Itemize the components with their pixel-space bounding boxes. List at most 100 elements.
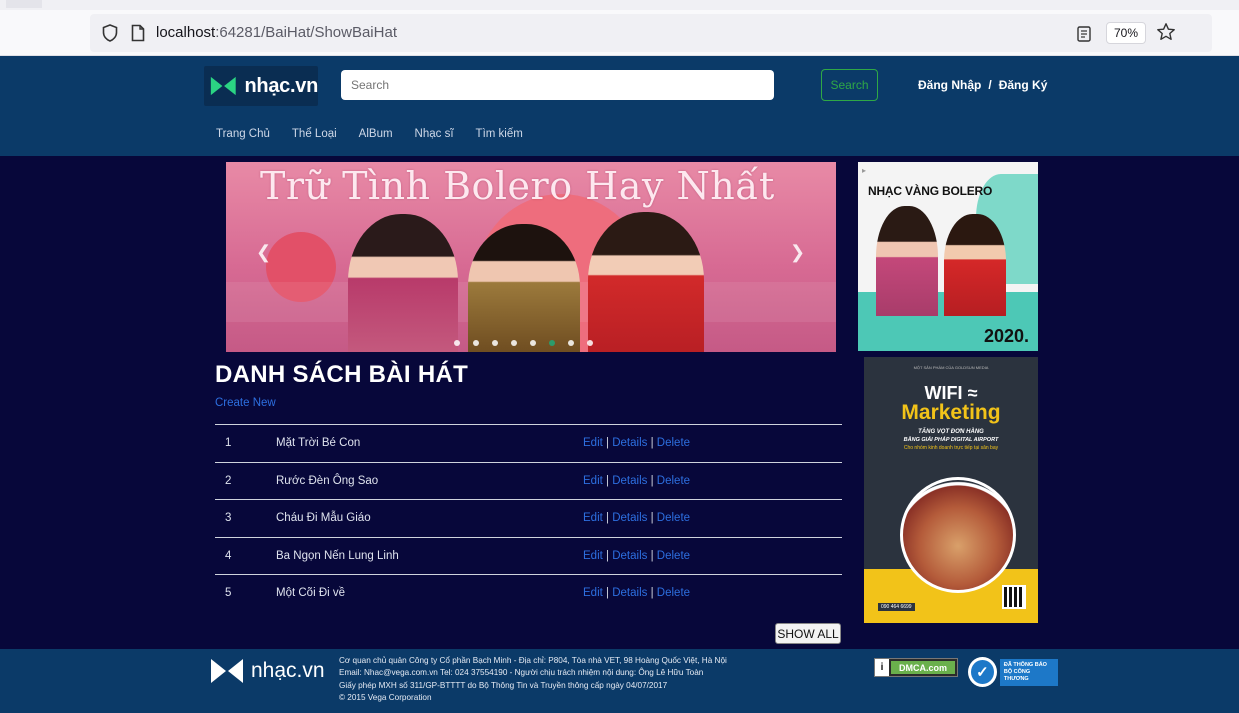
site-logo[interactable]: nhạc.vn [204,66,318,106]
row-actions: Edit | Details | Delete [583,512,690,524]
search-button[interactable]: Search [821,69,878,101]
ad-bolero[interactable]: ▸ NHẠC VÀNG BOLERO 2020. [858,162,1038,351]
footer-line: Cơ quan chủ quản Công ty Cổ phần Bạch Mi… [339,656,727,665]
shield-icon[interactable] [100,23,120,43]
delete-link[interactable]: Delete [657,587,690,599]
carousel-dot[interactable] [454,340,460,346]
nav-composers[interactable]: Nhạc sĩ [415,128,454,140]
carousel-dot[interactable] [549,340,555,346]
carousel-indicators [454,340,593,346]
ad-phone: 090 464 6699 [878,603,915,611]
nav-genres[interactable]: Thể Loại [292,128,337,140]
details-link[interactable]: Details [612,587,647,599]
reader-view-icon[interactable] [1074,24,1094,44]
ad-singer-image [944,214,1006,316]
banner-singer-image [348,214,458,352]
song-number: 5 [225,587,232,599]
edit-link[interactable]: Edit [583,587,603,599]
carousel-dot[interactable] [530,340,536,346]
delete-link[interactable]: Delete [657,512,690,524]
details-link[interactable]: Details [612,437,647,449]
song-number: 1 [225,437,232,449]
edit-link[interactable]: Edit [583,512,603,524]
edit-link[interactable]: Edit [583,550,603,562]
action-separator: | [606,587,610,599]
check-icon: ✓ [968,657,997,687]
carousel-dot[interactable] [511,340,517,346]
carousel-dot[interactable] [568,340,574,346]
carousel-dot[interactable] [587,340,593,346]
action-separator: | [650,512,654,524]
dmca-badge[interactable]: i DMCA.com [874,658,958,677]
delete-link[interactable]: Delete [657,475,690,487]
footer-line: Email: Nhac@vega.com.vn Tel: 024 3755419… [339,668,704,678]
ad-wifi-word: WIFI [924,383,963,403]
edit-link[interactable]: Edit [583,475,603,487]
bct-line: ĐÃ THÔNG BÁO [1003,661,1047,668]
song-name: Rước Đèn Ông Sao [276,474,379,487]
show-all-button[interactable]: SHOW ALL [775,623,841,644]
logo-mark-icon [211,659,243,683]
main-nav: Trang Chủ Thể Loại AlBum Nhạc sĩ Tìm kiế… [216,128,545,140]
wifi-icon: ≈ [967,383,978,403]
delete-link[interactable]: Delete [657,550,690,562]
carousel-next-icon[interactable]: ❯ [790,242,805,263]
table-row: 3 Cháu Đi Mẫu Giáo Edit | Details | Dele… [215,499,842,537]
song-name: Một Cõi Đi về [276,587,346,599]
address-bar[interactable]: localhost:64281/BaiHat/ShowBaiHat 70% [90,14,1212,52]
url-path: :64281/BaiHat/ShowBaiHat [215,24,397,41]
carousel-prev-icon[interactable]: ❮ [256,242,271,263]
footer-logo-text: nhạc.vn [251,659,325,682]
row-actions: Edit | Details | Delete [583,437,690,449]
register-link[interactable]: Đăng Ký [999,78,1048,92]
details-link[interactable]: Details [612,550,647,562]
carousel-dot[interactable] [492,340,498,346]
auth-separator: / [988,78,992,92]
url-text[interactable]: localhost:64281/BaiHat/ShowBaiHat [156,24,397,41]
logo-mark-icon [210,76,236,96]
ad-wifi-subtitle: TĂNG VỌT ĐƠN HÀNG [918,429,984,435]
details-link[interactable]: Details [612,512,647,524]
bookmark-star-icon[interactable] [1156,22,1176,42]
row-actions: Edit | Details | Delete [583,550,690,562]
banner-singer-image [468,224,580,352]
ad-bolero-year: 2020. [984,326,1030,346]
nav-home[interactable]: Trang Chủ [216,128,270,140]
footer-logo[interactable]: nhạc.vn [210,657,325,685]
song-number: 3 [225,512,232,524]
footer-copyright: © 2015 Vega Corporation [339,692,432,702]
song-name: Cháu Đi Mẫu Giáo [276,512,371,524]
ad-wifi-caption: Cho nhóm kinh doanh trực tiếp tại sân ba… [903,445,999,451]
row-actions: Edit | Details | Delete [583,475,690,487]
create-new-link[interactable]: Create New [215,397,276,409]
edit-link[interactable]: Edit [583,437,603,449]
site-header: nhạc.vn Search Đăng Nhập / Đăng Ký Trang C… [0,56,1239,156]
banner-carousel[interactable]: Trữ Tình Bolero Hay Nhất ❮ ❯ [226,162,836,352]
table-row: 2 Rước Đèn Ông Sao Edit | Details | Dele… [215,461,842,500]
zoom-level-button[interactable]: 70% [1106,22,1146,44]
page-content: nhạc.vn Search Đăng Nhập / Đăng Ký Trang C… [0,56,1239,713]
delete-link[interactable]: Delete [657,437,690,449]
ad-singer-image [876,206,938,316]
auth-links: Đăng Nhập / Đăng Ký [918,78,1047,92]
details-link[interactable]: Details [612,475,647,487]
search-input[interactable] [341,70,774,100]
banner-title: Trữ Tình Bolero Hay Nhất [260,164,775,208]
ad-wifi-marketing[interactable]: MỘT SẢN PHẨM CỦA GOLDSUN MEDIA WIFI ≈ Ma… [864,357,1038,623]
action-separator: | [650,587,654,599]
bo-cong-thuong-badge[interactable]: ✓ ĐÃ THÔNG BÁO BỘ CÔNG THƯƠNG [968,655,1058,689]
browser-tab[interactable] [6,0,42,8]
dmca-label: DMCA.com [891,661,955,674]
action-separator: | [606,437,610,449]
lock-icon: i [875,659,889,676]
page-title: DANH SÁCH BÀI HÁT [215,361,469,388]
url-host: localhost [156,24,216,41]
table-row: 4 Ba Ngọn Nến Lung Linh Edit | Details |… [215,536,842,575]
browser-toolbar: localhost:64281/BaiHat/ShowBaiHat 70% [0,0,1239,56]
nav-search[interactable]: Tìm kiếm [476,128,523,140]
nav-album[interactable]: AlBum [359,128,393,140]
login-link[interactable]: Đăng Nhập [918,78,981,92]
footer-info: Cơ quan chủ quản Công ty Cổ phần Bạch Mi… [339,655,727,704]
carousel-dot[interactable] [473,340,479,346]
song-number: 2 [225,474,232,487]
